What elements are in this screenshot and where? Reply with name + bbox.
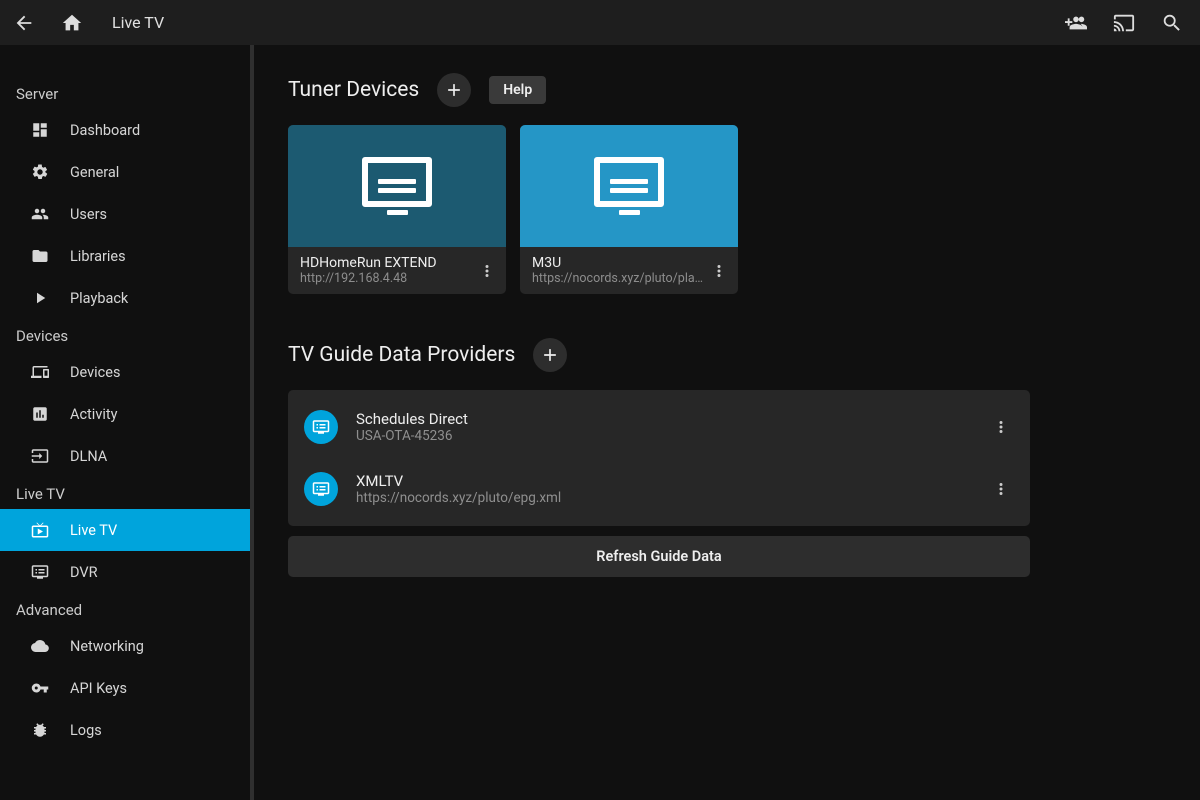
tuner-thumbnail bbox=[520, 125, 738, 247]
home-icon bbox=[61, 12, 83, 34]
more-vert-icon bbox=[478, 262, 496, 280]
folder-icon bbox=[30, 246, 50, 266]
input-icon bbox=[30, 446, 50, 466]
more-vert-icon bbox=[992, 480, 1010, 498]
more-vert-icon bbox=[992, 418, 1010, 436]
provider-badge bbox=[304, 472, 338, 506]
cast-icon bbox=[1113, 12, 1135, 34]
plus-icon bbox=[540, 345, 560, 365]
home-button[interactable] bbox=[58, 9, 86, 37]
sidebar-item-label: DVR bbox=[70, 564, 98, 581]
dvr-icon bbox=[312, 480, 330, 498]
tuner-card[interactable]: HDHomeRun EXTEND http://192.168.4.48 bbox=[288, 125, 506, 294]
provider-subtitle: https://nocords.xyz/pluto/epg.xml bbox=[356, 490, 970, 506]
sidebar-item-label: DLNA bbox=[70, 448, 107, 465]
key-icon bbox=[30, 678, 50, 698]
tuner-name: M3U bbox=[532, 255, 706, 271]
sidebar-section-devices: Devices bbox=[0, 319, 250, 351]
assessment-icon bbox=[30, 404, 50, 424]
sidebar-item-apikeys[interactable]: API Keys bbox=[0, 667, 250, 709]
sidebar-item-users[interactable]: Users bbox=[0, 193, 250, 235]
refresh-guide-button[interactable]: Refresh Guide Data bbox=[288, 536, 1030, 577]
sidebar-item-playback[interactable]: Playback bbox=[0, 277, 250, 319]
sidebar-item-devices[interactable]: Devices bbox=[0, 351, 250, 393]
sidebar-item-label: Libraries bbox=[70, 248, 126, 265]
cloud-icon bbox=[30, 636, 50, 656]
sidebar-item-label: Playback bbox=[70, 290, 128, 307]
manage-users-button[interactable] bbox=[1062, 9, 1090, 37]
add-tuner-button[interactable] bbox=[437, 73, 471, 107]
sidebar-item-label: Users bbox=[70, 206, 107, 223]
plus-icon bbox=[444, 80, 464, 100]
search-button[interactable] bbox=[1158, 9, 1186, 37]
tuner-thumbnail bbox=[288, 125, 506, 247]
sidebar-item-label: Logs bbox=[70, 722, 102, 739]
provider-row[interactable]: Schedules Direct USA-OTA-45236 bbox=[288, 396, 1030, 458]
gear-icon bbox=[30, 162, 50, 182]
more-vert-icon bbox=[710, 262, 728, 280]
providers-title: TV Guide Data Providers bbox=[288, 343, 515, 367]
tuner-subtitle: http://192.168.4.48 bbox=[300, 271, 474, 286]
provider-more-button[interactable] bbox=[988, 476, 1014, 502]
sidebar-item-dvr[interactable]: DVR bbox=[0, 551, 250, 593]
tuner-subtitle: https://nocords.xyz/pluto/playlist… bbox=[532, 271, 706, 286]
sidebar: Server Dashboard General Users Libraries… bbox=[0, 45, 254, 800]
sidebar-item-dlna[interactable]: DLNA bbox=[0, 435, 250, 477]
sidebar-item-label: Activity bbox=[70, 406, 117, 423]
arrow-left-icon bbox=[13, 12, 35, 34]
providers-list: Schedules Direct USA-OTA-45236 XMLTV htt… bbox=[288, 390, 1030, 526]
dashboard-icon bbox=[30, 120, 50, 140]
sidebar-item-libraries[interactable]: Libraries bbox=[0, 235, 250, 277]
provider-subtitle: USA-OTA-45236 bbox=[356, 428, 970, 444]
sidebar-item-label: Dashboard bbox=[70, 122, 140, 139]
bug-icon bbox=[30, 720, 50, 740]
sidebar-item-logs[interactable]: Logs bbox=[0, 709, 250, 751]
sidebar-item-activity[interactable]: Activity bbox=[0, 393, 250, 435]
sidebar-item-label: Networking bbox=[70, 638, 144, 655]
cast-button[interactable] bbox=[1110, 9, 1138, 37]
dvr-icon bbox=[30, 562, 50, 582]
provider-badge bbox=[304, 410, 338, 444]
sidebar-item-livetv[interactable]: Live TV bbox=[0, 509, 250, 551]
tuner-name: HDHomeRun EXTEND bbox=[300, 255, 474, 271]
page-title: Live TV bbox=[112, 13, 164, 32]
tuner-help-button[interactable]: Help bbox=[489, 76, 546, 104]
dvr-icon bbox=[312, 418, 330, 436]
tuner-card[interactable]: M3U https://nocords.xyz/pluto/playlist… bbox=[520, 125, 738, 294]
sidebar-section-livetv: Live TV bbox=[0, 477, 250, 509]
play-icon bbox=[30, 288, 50, 308]
people-icon bbox=[30, 204, 50, 224]
devices-icon bbox=[30, 362, 50, 382]
main-content: Tuner Devices Help HDHomeRun EXTEND http… bbox=[254, 45, 1200, 800]
tuner-devices-title: Tuner Devices bbox=[288, 78, 419, 102]
sidebar-section-advanced: Advanced bbox=[0, 593, 250, 625]
tuner-more-button[interactable] bbox=[706, 258, 732, 284]
provider-row[interactable]: XMLTV https://nocords.xyz/pluto/epg.xml bbox=[288, 458, 1030, 520]
sidebar-item-label: General bbox=[70, 164, 119, 181]
sidebar-item-networking[interactable]: Networking bbox=[0, 625, 250, 667]
tuner-more-button[interactable] bbox=[474, 258, 500, 284]
livetv-icon bbox=[30, 520, 50, 540]
group-add-icon bbox=[1065, 12, 1087, 34]
sidebar-section-server: Server bbox=[0, 77, 250, 109]
back-button[interactable] bbox=[10, 9, 38, 37]
tv-list-icon bbox=[362, 157, 432, 215]
app-header: Live TV bbox=[0, 0, 1200, 45]
provider-name: Schedules Direct bbox=[356, 410, 970, 428]
sidebar-item-label: Devices bbox=[70, 364, 120, 381]
sidebar-item-label: API Keys bbox=[70, 680, 127, 697]
provider-name: XMLTV bbox=[356, 472, 970, 490]
provider-more-button[interactable] bbox=[988, 414, 1014, 440]
search-icon bbox=[1161, 12, 1183, 34]
sidebar-item-label: Live TV bbox=[70, 522, 117, 539]
tv-list-icon bbox=[594, 157, 664, 215]
add-provider-button[interactable] bbox=[533, 338, 567, 372]
sidebar-item-dashboard[interactable]: Dashboard bbox=[0, 109, 250, 151]
sidebar-item-general[interactable]: General bbox=[0, 151, 250, 193]
